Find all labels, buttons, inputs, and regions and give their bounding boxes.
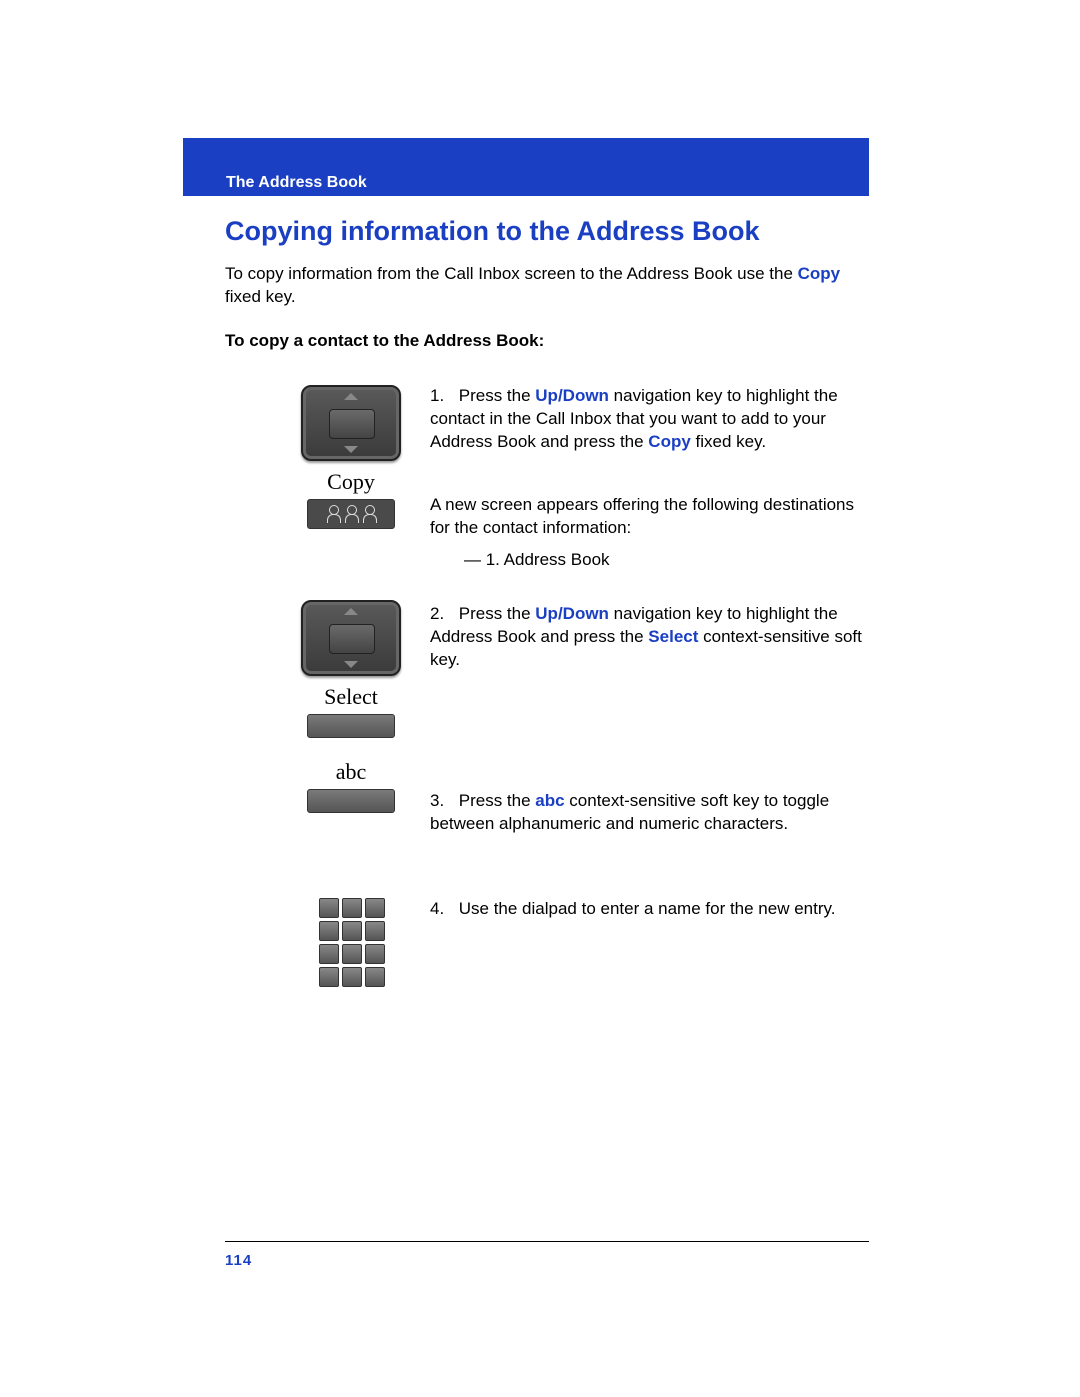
dialpad-icon	[319, 898, 383, 987]
document-page: The Address Book Copying information to …	[0, 0, 1080, 1397]
step3-number: 3.	[430, 790, 454, 813]
step1-kw2: Copy	[648, 432, 691, 451]
copy-label: Copy	[286, 469, 416, 495]
softkey-icon	[307, 789, 395, 813]
nav-key-icon	[301, 385, 401, 461]
nav-key-icon	[301, 600, 401, 676]
step2-text: 2. Press the Up/Down navigation key to h…	[430, 603, 870, 672]
step4-text-a: Use the dialpad to enter a name for the …	[459, 899, 836, 918]
softkey-icon	[307, 714, 395, 738]
abc-label: abc	[286, 759, 416, 785]
step3-kw1: abc	[535, 791, 564, 810]
step1-text: 1. Press the Up/Down navigation key to h…	[430, 385, 870, 454]
step1-kw1: Up/Down	[535, 386, 609, 405]
step1-bullet: — 1. Address Book	[464, 549, 870, 572]
page-title: Copying information to the Address Book	[225, 216, 760, 247]
page-number: 114	[225, 1252, 252, 1269]
intro-paragraph: To copy information from the Call Inbox …	[225, 263, 865, 309]
step2-kw1: Up/Down	[535, 604, 609, 623]
step1-text-c: fixed key.	[691, 432, 766, 451]
procedure-heading: To copy a contact to the Address Book:	[225, 331, 544, 351]
step4-number: 4.	[430, 898, 454, 921]
step1-text-a: Press the	[459, 386, 536, 405]
section-title: The Address Book	[226, 174, 367, 192]
intro-text-post: fixed key.	[225, 287, 296, 306]
step1-followup: A new screen appears offering the follow…	[430, 494, 870, 540]
step4-icons	[286, 898, 416, 987]
intro-keyword: Copy	[798, 264, 841, 283]
step1-number: 1.	[430, 385, 454, 408]
step3-text-a: Press the	[459, 791, 536, 810]
step2-number: 2.	[430, 603, 454, 626]
contacts-icon	[307, 499, 395, 529]
step3-text: 3. Press the abc context-sensitive soft …	[430, 790, 870, 836]
step3-icons: abc	[286, 759, 416, 813]
step4-text: 4. Use the dialpad to enter a name for t…	[430, 898, 870, 921]
select-label: Select	[286, 684, 416, 710]
intro-text-pre: To copy information from the Call Inbox …	[225, 264, 798, 283]
step2-icons: Select	[286, 600, 416, 738]
step1-icons: Copy	[286, 385, 416, 529]
footer-rule	[225, 1241, 869, 1242]
step2-text-a: Press the	[459, 604, 536, 623]
step2-kw2: Select	[648, 627, 698, 646]
